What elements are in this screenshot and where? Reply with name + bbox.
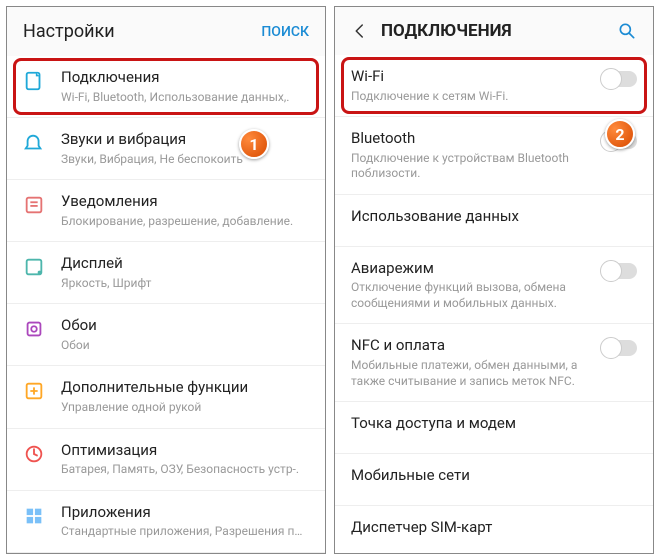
settings-item[interactable]: Дополнительные функции Управление одной р…: [7, 366, 325, 428]
item-label: Авиарежим: [351, 259, 593, 279]
item-icon: [23, 70, 45, 92]
connection-item[interactable]: Мобильные сети: [335, 454, 653, 506]
item-text: Звуки и вибрация Звуки, Вибрация, Не бесп…: [61, 130, 309, 167]
item-text: NFC и оплатаМобильные платежи, обмен дан…: [351, 336, 593, 389]
item-label: NFC и оплата: [351, 336, 593, 356]
page-title: ПОДКЛЮЧЕНИЯ: [381, 21, 617, 41]
settings-item[interactable]: Уведомления Блокирование, разрешение, доб…: [7, 180, 325, 242]
item-sub: Батарея, Память, ОЗУ, Безопасность устр-…: [61, 462, 309, 478]
item-label: Дополнительные функции: [61, 378, 309, 398]
settings-item[interactable]: ОптимизацияБатарея, Память, ОЗУ, Безопас…: [7, 429, 325, 491]
item-label: Подключения: [61, 68, 309, 88]
item-icon: [23, 443, 45, 465]
toggle-switch[interactable]: [601, 340, 637, 356]
item-sub: Подключение к сетям Wi-Fi.: [351, 89, 593, 105]
item-text: АвиарежимОтключение функций вызова, обме…: [351, 259, 593, 312]
item-text: ОптимизацияБатарея, Память, ОЗУ, Безопас…: [61, 441, 309, 478]
item-sub: Управление одной рукой: [61, 400, 309, 416]
toggle-switch[interactable]: [601, 263, 637, 279]
search-icon[interactable]: [617, 21, 637, 41]
toggle-switch[interactable]: [601, 71, 637, 87]
connection-item[interactable]: Wi-Fi Подключение к сетям Wi-Fi.: [335, 55, 653, 117]
settings-list: Подключения Wi-Fi, Bluetooth, Использован…: [7, 56, 325, 554]
item-sub: Отключение функций вызова, обмена сообще…: [351, 280, 593, 311]
connection-item[interactable]: Диспетчер SIM-карт: [335, 506, 653, 554]
item-label: Wi-Fi: [351, 67, 593, 87]
back-icon[interactable]: [351, 22, 369, 40]
item-sub: Яркость, Шрифт: [61, 276, 309, 292]
item-label: Использование данных: [351, 207, 637, 227]
settings-item[interactable]: Экран блокировки и защита: [7, 553, 325, 554]
item-sub: Звуки, Вибрация, Не беспокоить: [61, 152, 309, 168]
settings-item[interactable]: Дисплей Яркость, Шрифт: [7, 242, 325, 304]
item-icon: [23, 380, 45, 402]
annotation-badge-1: 1: [239, 129, 269, 159]
item-label: Обои: [61, 316, 309, 336]
item-label: Bluetooth: [351, 129, 593, 149]
item-icon: [23, 318, 45, 340]
connection-item[interactable]: Точка доступа и модем: [335, 402, 653, 454]
item-text: Wi-Fi Подключение к сетям Wi-Fi.: [351, 67, 593, 104]
item-label: Приложения: [61, 503, 309, 523]
annotation-badge-2: 2: [605, 119, 635, 149]
item-label: Уведомления: [61, 192, 309, 212]
settings-item[interactable]: ПриложенияСтандартные приложения, Разреш…: [7, 491, 325, 553]
settings-item[interactable]: Звуки и вибрация Звуки, Вибрация, Не бесп…: [7, 118, 325, 180]
connections-screen: ПОДКЛЮЧЕНИЯ Wi-Fi Подключение к сетям Wi-…: [334, 6, 654, 554]
item-sub: Подключение к устройствам Bluetooth побл…: [351, 151, 593, 182]
item-text: BluetoothПодключение к устройствам Bluet…: [351, 129, 593, 182]
header: Настройки ПОИСК: [7, 7, 325, 56]
item-label: Точка доступа и модем: [351, 414, 637, 434]
item-icon: [23, 505, 45, 527]
item-text: Мобильные сети: [351, 466, 637, 486]
item-text: Обои Обои: [61, 316, 309, 353]
item-sub: Обои: [61, 338, 309, 354]
header: ПОДКЛЮЧЕНИЯ: [335, 7, 653, 55]
page-title: Настройки: [23, 21, 261, 42]
item-text: Уведомления Блокирование, разрешение, доб…: [61, 192, 309, 229]
item-text: Диспетчер SIM-карт: [351, 518, 637, 538]
item-text: Дисплей Яркость, Шрифт: [61, 254, 309, 291]
connection-item[interactable]: NFC и оплатаМобильные платежи, обмен дан…: [335, 324, 653, 402]
item-label: Оптимизация: [61, 441, 309, 461]
settings-item[interactable]: Обои Обои: [7, 304, 325, 366]
item-sub: Стандартные приложения, Разрешения прило…: [61, 524, 309, 540]
item-sub: Мобильные платежи, обмен данными, а такж…: [351, 358, 593, 389]
item-text: Точка доступа и модем: [351, 414, 637, 434]
item-text: Подключения Wi-Fi, Bluetooth, Использован…: [61, 68, 309, 105]
search-button[interactable]: ПОИСК: [261, 24, 309, 40]
item-text: Использование данных: [351, 207, 637, 227]
item-label: Мобильные сети: [351, 466, 637, 486]
item-icon: [23, 132, 45, 154]
item-sub: Блокирование, разрешение, добавление.: [61, 214, 309, 230]
item-sub: Wi-Fi, Bluetooth, Использование данных,.: [61, 90, 309, 106]
settings-screen: Настройки ПОИСК Подключения Wi-Fi, Blueto…: [6, 6, 326, 554]
connection-item[interactable]: АвиарежимОтключение функций вызова, обме…: [335, 247, 653, 325]
item-icon: [23, 256, 45, 278]
item-label: Дисплей: [61, 254, 309, 274]
settings-item[interactable]: Подключения Wi-Fi, Bluetooth, Использован…: [7, 56, 325, 118]
item-label: Звуки и вибрация: [61, 130, 309, 150]
item-icon: [23, 194, 45, 216]
item-text: Дополнительные функции Управление одной р…: [61, 378, 309, 415]
item-label: Диспетчер SIM-карт: [351, 518, 637, 538]
connection-item[interactable]: Использование данных: [335, 195, 653, 247]
item-text: ПриложенияСтандартные приложения, Разреш…: [61, 503, 309, 540]
